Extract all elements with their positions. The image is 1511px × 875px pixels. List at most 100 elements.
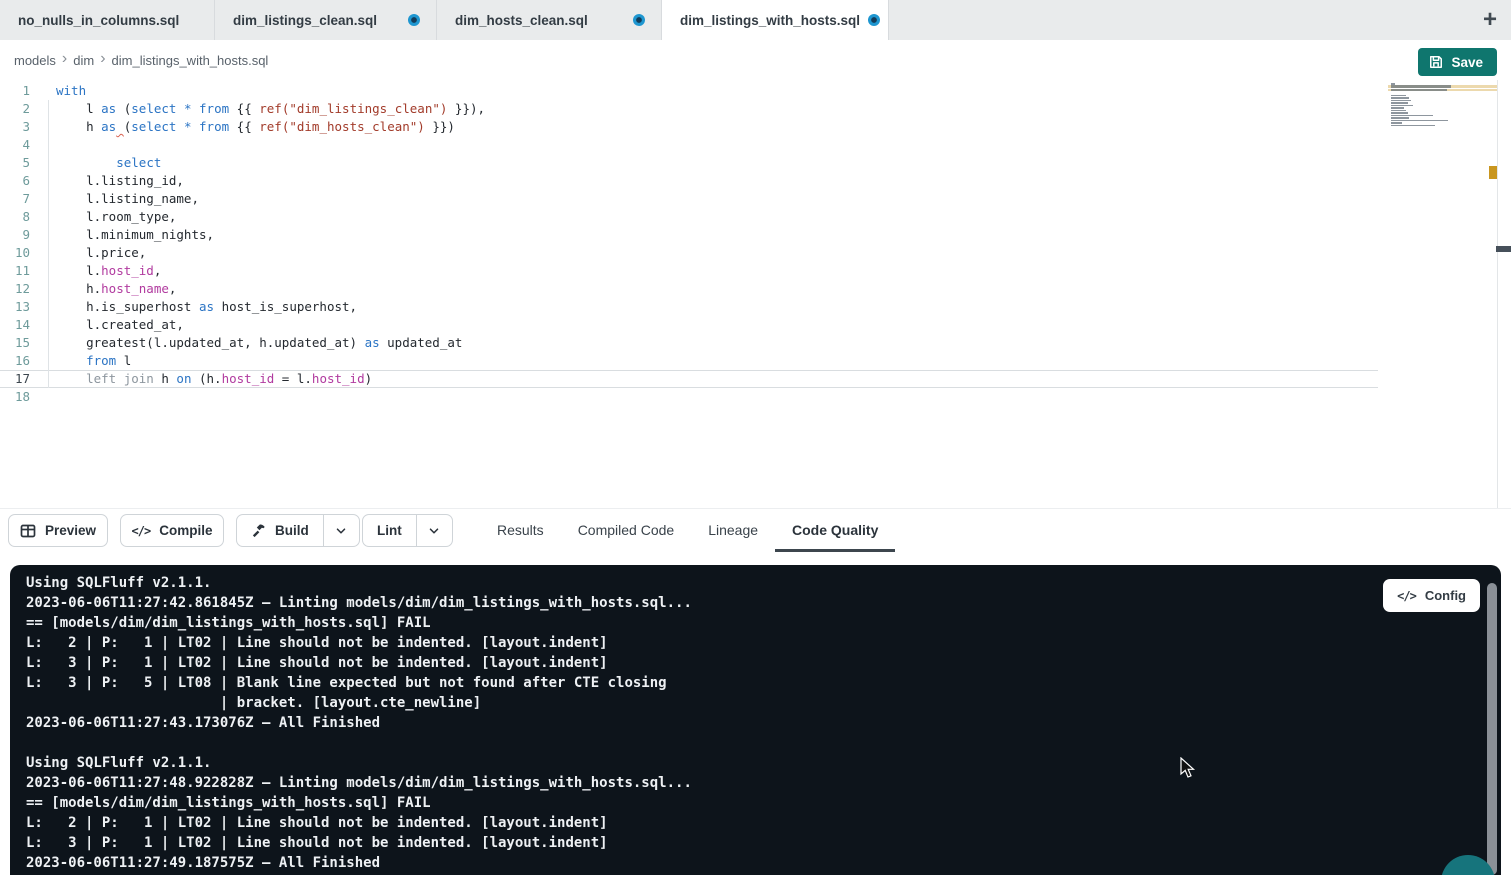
code-line-16[interactable]: 16 from l <box>0 352 1378 370</box>
build-button[interactable]: Build <box>237 515 323 546</box>
line-number: 5 <box>0 154 30 172</box>
code-editor[interactable]: 1with2 l as (select * from {{ ref("dim_l… <box>0 80 1511 508</box>
code-line-11[interactable]: 11 l.host_id, <box>0 262 1378 280</box>
code-tag-icon: </> <box>1397 589 1416 603</box>
preview-button[interactable]: Preview <box>8 514 108 547</box>
panel-tab-label: Results <box>497 522 544 538</box>
minimap-row <box>1388 83 1497 85</box>
code-text: l.listing_id, <box>30 172 184 190</box>
code-text: l.room_type, <box>30 208 176 226</box>
code-line-18[interactable]: 18 <box>0 388 1378 406</box>
code-line-10[interactable]: 10 l.price, <box>0 244 1378 262</box>
code-line-9[interactable]: 9 l.minimum_nights, <box>0 226 1378 244</box>
code-text: l.host_id, <box>30 262 161 280</box>
chevron-down-icon <box>334 524 348 538</box>
code-line-8[interactable]: 8 l.room_type, <box>0 208 1378 226</box>
unsaved-changes-dot-icon <box>633 14 645 26</box>
compile-button[interactable]: </> Compile <box>120 514 224 547</box>
unsaved-changes-dot-icon <box>408 14 420 26</box>
code-line-15[interactable]: 15 greatest(l.updated_at, h.updated_at) … <box>0 334 1378 352</box>
minimap-row <box>1388 115 1497 117</box>
line-number: 15 <box>0 334 30 352</box>
minimap-row <box>1388 100 1497 102</box>
lint-options-button[interactable] <box>416 515 452 546</box>
tab-lineage[interactable]: Lineage <box>691 508 775 552</box>
minimap-row <box>1388 112 1497 114</box>
lint-button-label: Lint <box>377 523 402 538</box>
minimap-row <box>1388 92 1497 94</box>
code-text: l.listing_name, <box>30 190 199 208</box>
code-line-5[interactable]: 5 select <box>0 154 1378 172</box>
minimap-row <box>1388 117 1497 119</box>
tab-bar-spacer <box>888 0 1511 40</box>
line-number: 10 <box>0 244 30 262</box>
breadcrumb-bar: models › dim › dim_listings_with_hosts.s… <box>0 40 1511 80</box>
minimap-row <box>1388 120 1497 122</box>
code-line-2[interactable]: 2 l as (select * from {{ ref("dim_listin… <box>0 100 1378 118</box>
code-tag-icon: </> <box>132 524 151 538</box>
minimap-row <box>1388 102 1497 104</box>
code-text <box>30 136 56 154</box>
ide-window: no_nulls_in_columns.sql dim_listings_cle… <box>0 0 1511 875</box>
code-line-17[interactable]: 17 left join h on (h.host_id = l.host_id… <box>0 370 1378 388</box>
breadcrumb-segment-dim: dim <box>73 53 94 68</box>
line-number: 2 <box>0 100 30 118</box>
tab-no-nulls-in-columns[interactable]: no_nulls_in_columns.sql <box>0 0 215 40</box>
code-text: l as (select * from {{ ref("dim_listings… <box>30 100 485 118</box>
line-number: 17 <box>0 370 30 388</box>
minimap-row <box>1388 97 1497 99</box>
code-line-3[interactable]: 3 h as (select * from {{ ref("dim_hosts_… <box>0 118 1378 136</box>
minimap-row <box>1388 107 1497 109</box>
line-number: 1 <box>0 82 30 100</box>
minimap-row <box>1388 95 1497 97</box>
tab-dim-hosts-clean[interactable]: dim_hosts_clean.sql <box>437 0 662 40</box>
code-line-1[interactable]: 1with <box>0 82 1378 100</box>
tab-dim-listings-with-hosts[interactable]: dim_listings_with_hosts.sql <box>662 0 888 40</box>
code-line-4[interactable]: 4 <box>0 136 1378 154</box>
code-text: h as (select * from {{ ref("dim_hosts_cl… <box>30 118 455 136</box>
config-button[interactable]: </> Config <box>1383 579 1480 612</box>
code-line-14[interactable]: 14 l.created_at, <box>0 316 1378 334</box>
line-number: 12 <box>0 280 30 298</box>
plus-icon: + <box>1483 6 1497 34</box>
panel-tab-label: Compiled Code <box>578 522 675 538</box>
code-text: left join h on (h.host_id = l.host_id) <box>30 370 372 388</box>
code-line-7[interactable]: 7 l.listing_name, <box>0 190 1378 208</box>
code-lines: 1with2 l as (select * from {{ ref("dim_l… <box>0 82 1511 406</box>
build-options-button[interactable] <box>323 515 359 546</box>
code-text <box>30 388 56 406</box>
tab-compiled-code[interactable]: Compiled Code <box>561 508 692 552</box>
save-floppy-icon <box>1429 55 1443 69</box>
line-number: 3 <box>0 118 30 136</box>
lint-button[interactable]: Lint <box>363 515 416 546</box>
terminal-scrollbar[interactable] <box>1487 583 1497 875</box>
chevron-right-icon: › <box>100 50 105 68</box>
code-text: h.host_name, <box>30 280 176 298</box>
code-text: with <box>30 82 86 100</box>
tab-label: dim_listings_clean.sql <box>233 13 377 28</box>
overview-ruler-cursor-marker[interactable] <box>1496 246 1511 252</box>
tab-dim-listings-clean[interactable]: dim_listings_clean.sql <box>215 0 437 40</box>
code-text: greatest(l.updated_at, h.updated_at) as … <box>30 334 462 352</box>
tab-results[interactable]: Results <box>480 508 561 552</box>
line-number: 13 <box>0 298 30 316</box>
editor-border <box>1497 80 1498 508</box>
lint-split-button: Lint <box>362 514 453 547</box>
build-split-button: Build <box>236 514 360 547</box>
breadcrumb-segment-file: dim_listings_with_hosts.sql <box>112 53 269 68</box>
unsaved-changes-dot-icon <box>868 14 880 26</box>
code-line-12[interactable]: 12 h.host_name, <box>0 280 1378 298</box>
code-line-13[interactable]: 13 h.is_superhost as host_is_superhost, <box>0 298 1378 316</box>
line-number: 14 <box>0 316 30 334</box>
terminal-output-text: Using SQLFluff v2.1.1. 2023-06-06T11:27:… <box>26 573 692 873</box>
table-grid-icon <box>20 523 36 539</box>
overview-ruler-error-marker[interactable] <box>1489 166 1497 179</box>
save-button[interactable]: Save <box>1418 48 1497 76</box>
code-text: l.created_at, <box>30 316 184 334</box>
code-line-6[interactable]: 6 l.listing_id, <box>0 172 1378 190</box>
minimap[interactable] <box>1388 83 1497 129</box>
indent-guide <box>48 100 49 388</box>
tab-code-quality[interactable]: Code Quality <box>775 508 895 552</box>
new-tab-button[interactable]: + <box>1475 5 1505 35</box>
minimap-row <box>1388 89 1497 92</box>
